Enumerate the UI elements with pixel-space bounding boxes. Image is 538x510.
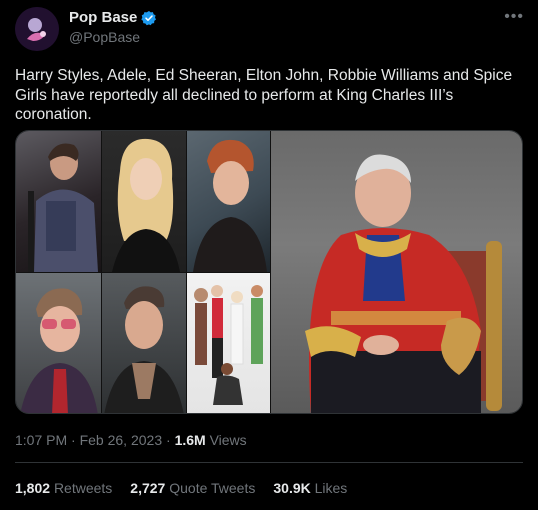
display-name[interactable]: Pop Base <box>69 9 137 26</box>
tweet-date[interactable]: Feb 26, 2023 <box>80 432 163 448</box>
tweet-stats: 1,802 Retweets 2,727 Quote Tweets 30.9K … <box>15 480 347 496</box>
photo-adele <box>102 131 186 272</box>
retweets-label: Retweets <box>53 480 113 496</box>
tweet: Pop Base @PopBase ••• Harry Styles, Adel… <box>0 0 538 510</box>
likes-count: 30.9K <box>273 480 311 496</box>
pop-base-logo-icon <box>15 7 59 51</box>
avatar[interactable] <box>15 7 59 51</box>
quote-tweets-label: Quote Tweets <box>169 480 256 496</box>
photo-ed-sheeran <box>187 131 270 272</box>
photo-spice-girls <box>187 273 270 413</box>
handle[interactable]: @PopBase <box>69 29 157 45</box>
tweet-meta: 1:07 PM · Feb 26, 2023 · 1.6M Views <box>15 432 247 448</box>
photo-elton-john <box>16 273 101 413</box>
views-count: 1.6M <box>174 432 206 448</box>
likes-label: Likes <box>314 480 348 496</box>
meta-separator: · <box>166 432 175 448</box>
likes-stat[interactable]: 30.9K Likes <box>273 480 347 496</box>
photo-king-charles <box>271 131 522 413</box>
quote-tweets-count: 2,727 <box>130 480 166 496</box>
quote-tweets-stat[interactable]: 2,727 Quote Tweets <box>130 480 255 496</box>
author-info: Pop Base @PopBase <box>69 9 157 45</box>
divider <box>15 462 523 463</box>
meta-separator: · <box>71 432 80 448</box>
photo-harry-styles <box>16 131 101 272</box>
tweet-media[interactable] <box>15 130 523 414</box>
photo-robbie-williams <box>102 273 186 413</box>
more-options-icon[interactable]: ••• <box>504 8 524 26</box>
verified-badge-icon <box>141 10 157 25</box>
tweet-time[interactable]: 1:07 PM <box>15 432 67 448</box>
retweets-count: 1,802 <box>15 480 51 496</box>
views-label: Views <box>209 432 247 448</box>
tweet-text: Harry Styles, Adele, Ed Sheeran, Elton J… <box>15 67 513 123</box>
retweets-stat[interactable]: 1,802 Retweets <box>15 480 112 496</box>
